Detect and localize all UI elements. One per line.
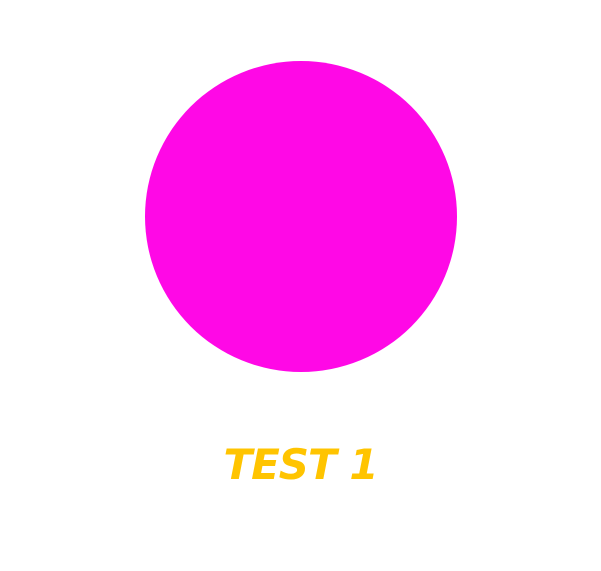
canvas: TEST 1 <box>0 0 601 571</box>
test-label: TEST 1 <box>223 440 378 489</box>
magenta-circle <box>145 61 457 372</box>
